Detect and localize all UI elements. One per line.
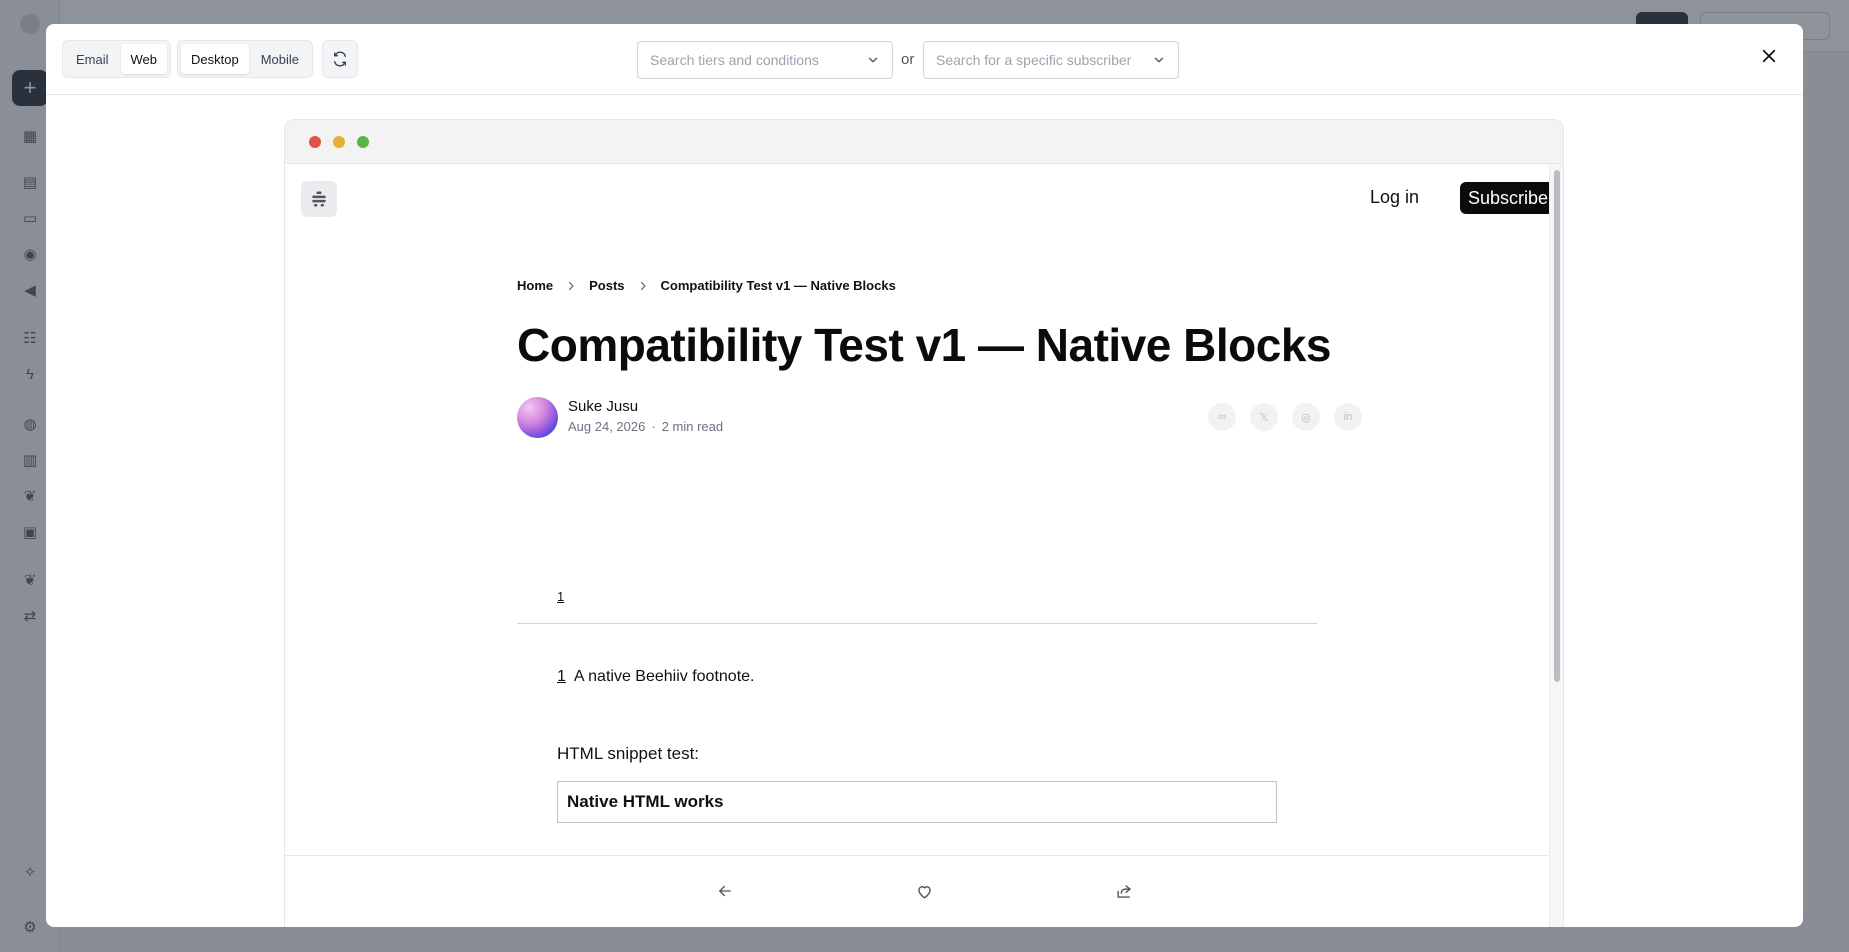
browser-preview: Log in Subscribe Home Posts Compatibilit… (284, 119, 1564, 927)
breadcrumb: Home Posts Compatibility Test v1 — Nativ… (517, 278, 896, 293)
footnote-reference[interactable]: 1 (557, 589, 564, 604)
chevron-right-icon (565, 280, 577, 292)
refresh-icon (334, 51, 346, 67)
share-link-icon[interactable]: ◎ (1292, 403, 1320, 431)
close-button[interactable] (1755, 42, 1783, 70)
share-icon[interactable] (1111, 878, 1137, 904)
logo-icon (312, 191, 326, 207)
channel-toggle: Email Web (62, 40, 172, 78)
login-link[interactable]: Log in (1370, 187, 1419, 208)
web-post-page: Log in Subscribe Home Posts Compatibilit… (285, 164, 1551, 927)
page-scrollbar[interactable] (1549, 164, 1563, 927)
subscribe-button[interactable]: Subscribe (1460, 182, 1551, 214)
device-toggle: Desktop Mobile (177, 40, 313, 78)
footnote-number[interactable]: 1 (557, 668, 566, 686)
linkedin-icon[interactable]: in (1334, 403, 1362, 431)
tab-mobile[interactable]: Mobile (251, 44, 309, 74)
read-time: 2 min read (661, 419, 724, 434)
preview-toolbar: Email Web Desktop Mobile Search tiers an… (46, 24, 1803, 95)
refresh-button[interactable] (322, 40, 358, 78)
tiers-select[interactable]: Search tiers and conditions (637, 41, 893, 79)
or-label: or (901, 51, 915, 68)
breadcrumb-current[interactable]: Compatibility Test v1 — Native Blocks (661, 278, 896, 293)
close-dot (309, 136, 321, 148)
subscriber-select[interactable]: Search for a specific subscriber (923, 41, 1179, 79)
back-arrow-icon[interactable] (712, 878, 738, 904)
html-snippet-box: Native HTML works (557, 781, 1277, 823)
footnote-item: 1 A native Beehiiv footnote. (557, 668, 754, 686)
tiers-select-placeholder: Search tiers and conditions (650, 52, 819, 68)
chevron-down-icon (1154, 57, 1164, 63)
scrollbar-thumb[interactable] (1554, 170, 1560, 682)
author-avatar[interactable] (517, 397, 558, 438)
post-title: Compatibility Test v1 — Native Blocks (517, 319, 1332, 371)
publication-logo[interactable] (301, 181, 337, 217)
minimize-dot (333, 136, 345, 148)
footnote-text: A native Beehiiv footnote. (573, 668, 755, 685)
author-name[interactable]: Suke Jusu (568, 398, 638, 415)
tab-web[interactable]: Web (120, 44, 168, 74)
post-meta: Aug 24, 2026 · 2 min read (568, 419, 723, 434)
meta-separator: · (651, 419, 656, 434)
close-icon (1762, 49, 1776, 63)
tab-desktop[interactable]: Desktop (181, 44, 249, 74)
tab-email[interactable]: Email (66, 44, 119, 74)
threads-icon[interactable]: ∞ (1208, 403, 1236, 431)
browser-titlebar (285, 120, 1563, 164)
post-date: Aug 24, 2026 (568, 419, 646, 434)
preview-modal: Email Web Desktop Mobile Search tiers an… (46, 24, 1803, 927)
chevron-down-icon (868, 57, 878, 63)
footnotes-divider (517, 623, 1317, 624)
breadcrumb-posts[interactable]: Posts (589, 278, 624, 293)
breadcrumb-home[interactable]: Home (517, 278, 553, 293)
maximize-dot (357, 136, 369, 148)
subscriber-select-placeholder: Search for a specific subscriber (936, 52, 1132, 68)
chevron-right-icon (637, 280, 649, 292)
heart-icon[interactable] (911, 878, 937, 904)
x-icon[interactable]: 𝕏 (1250, 403, 1278, 431)
post-action-bar (285, 855, 1551, 927)
snippet-label: HTML snippet test: (557, 744, 700, 763)
